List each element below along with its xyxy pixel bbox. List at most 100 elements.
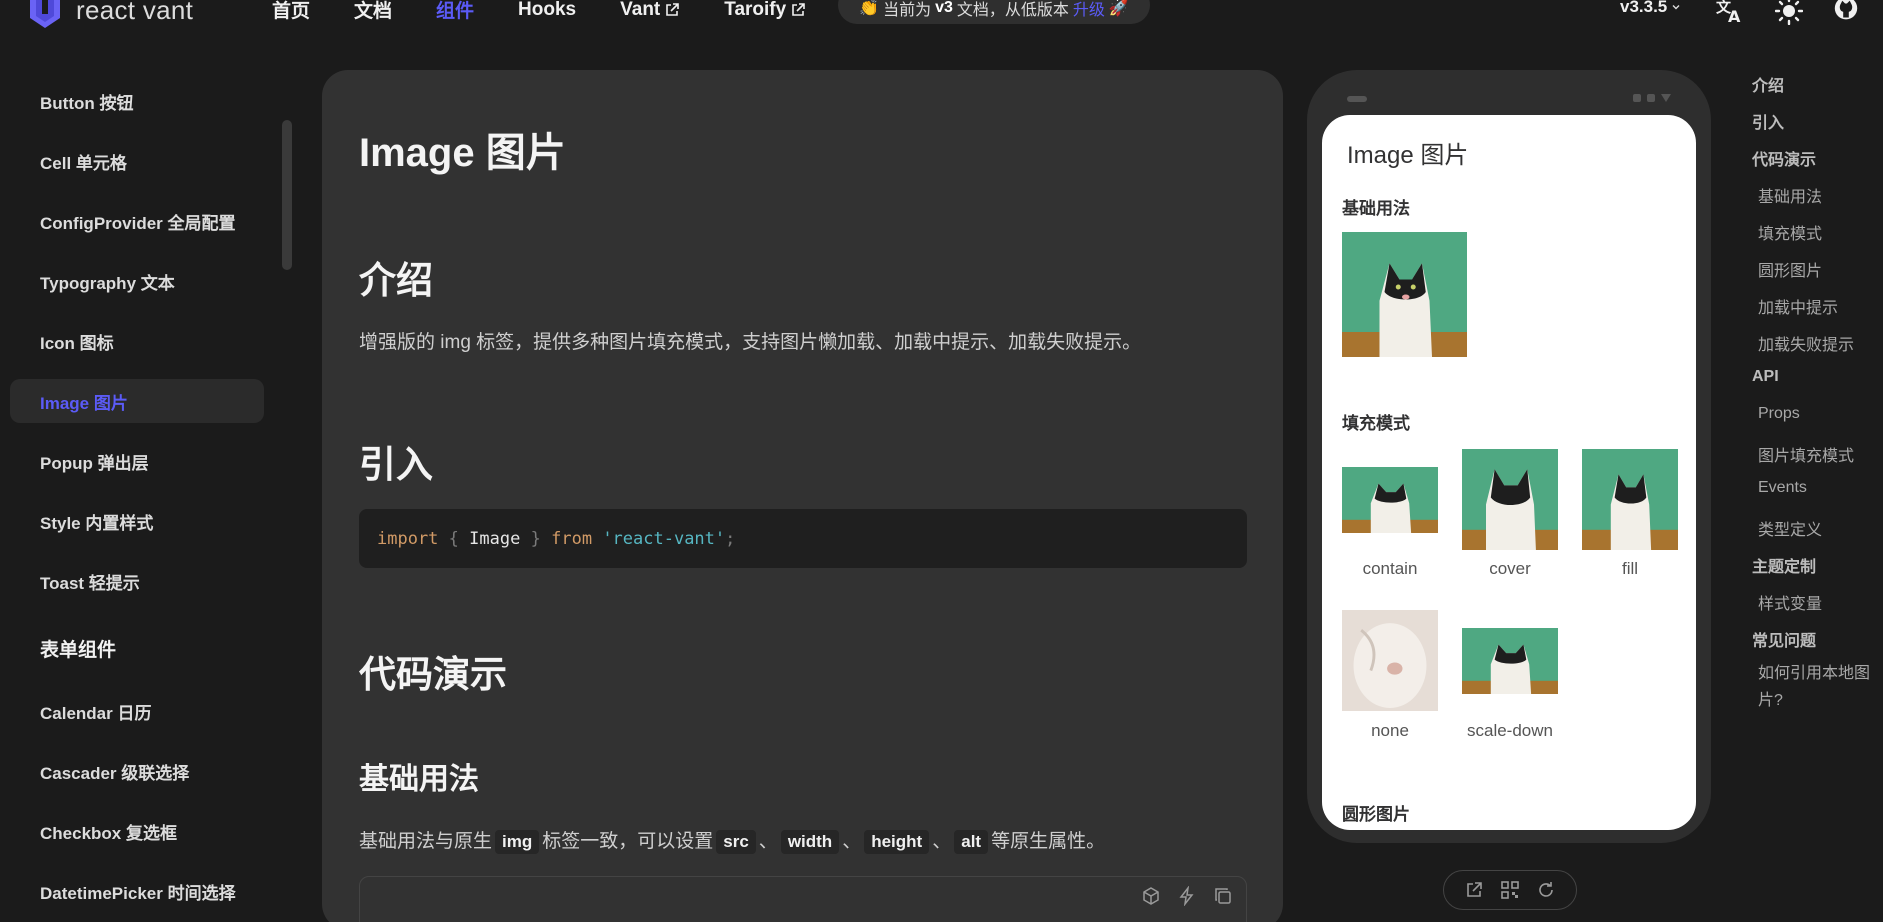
heading-basic: 基础用法 (359, 763, 479, 796)
refresh-icon[interactable] (1535, 879, 1557, 901)
caption-contain: contain (1362, 559, 1418, 578)
code-punc: ; (725, 528, 736, 549)
caption-cover: cover (1489, 559, 1531, 578)
code-string: 'react-vant' (602, 528, 726, 549)
toc-item-import[interactable]: 引入 (1752, 109, 1784, 133)
code-punc: } (530, 528, 541, 549)
cat-image-scale-down (1462, 628, 1558, 694)
translate-icon[interactable]: 文A (1716, 0, 1744, 25)
inline-code: alt (954, 830, 989, 854)
sidebar-item-popup[interactable]: Popup 弹出层 (10, 439, 264, 483)
phone-status-icons (1633, 94, 1671, 102)
nav-taroify[interactable]: Taroify (724, 0, 806, 23)
logo[interactable]: react vant (28, 0, 193, 28)
copy-icon[interactable] (1212, 885, 1234, 907)
inline-code: width (780, 830, 840, 854)
codesandbox-icon[interactable] (1140, 885, 1162, 907)
caption-fill: fill (1621, 559, 1639, 578)
preview-screen[interactable]: Image 图片 基础用法 填充模式 contain cover fill no… (1322, 115, 1696, 830)
version-notice[interactable]: 👏 当前为 v3 文档，从低版本 升级 🚀 (838, 0, 1150, 24)
phone-notch (1347, 96, 1367, 102)
preview-section-fit: 填充模式 (1342, 414, 1410, 433)
sidebar-item-button[interactable]: Button 按钮 (10, 79, 264, 123)
sidebar-item-label: Toast 轻提示 (40, 573, 140, 593)
cat-image-cover (1462, 449, 1558, 550)
toc-item-intro[interactable]: 介绍 (1752, 72, 1784, 96)
cat-image-none (1342, 610, 1438, 711)
sidebar-item-label: Style 内置样式 (40, 513, 154, 533)
sidebar-item-configprovider[interactable]: ConfigProvider 全局配置 (10, 199, 264, 243)
sidebar-item-cascader[interactable]: Cascader 级联选择 (10, 749, 264, 793)
sidebar-scrollbar[interactable] (282, 120, 292, 270)
nav-components[interactable]: 组件 (436, 0, 474, 23)
nav-docs-label: 文档 (354, 1, 393, 22)
version-dropdown[interactable]: v3.3.5 (1620, 0, 1681, 17)
inline-code: img (495, 830, 540, 854)
toc-item-round[interactable]: 圆形图片 (1758, 257, 1822, 281)
sidebar-item-datetimepicker[interactable]: DatetimePicker 时间选择 (10, 869, 264, 913)
code-ident: Image (469, 528, 521, 549)
basic-text-part: 基础用法与原生 (359, 831, 493, 852)
cat-image-fill (1582, 449, 1678, 550)
heading-intro: 介绍 (359, 260, 433, 301)
basic-text-part: 、 (842, 831, 862, 852)
nav-vant[interactable]: Vant (620, 0, 680, 23)
stackblitz-icon[interactable] (1176, 885, 1198, 907)
version-label: v3.3.5 (1620, 0, 1668, 16)
preview-title: Image 图片 (1347, 142, 1469, 169)
sidebar-item-style[interactable]: Style 内置样式 (10, 499, 264, 543)
sidebar-item-label: DatetimePicker 时间选择 (40, 883, 236, 903)
basic-text-part: 、 (758, 831, 778, 852)
toc-item-demo[interactable]: 代码演示 (1752, 146, 1816, 170)
open-new-window-icon[interactable] (1463, 879, 1485, 901)
nav-hooks-label: Hooks (518, 0, 577, 20)
toc-item-fit-mode[interactable]: 图片填充模式 (1758, 442, 1854, 466)
github-icon[interactable] (1832, 0, 1860, 25)
sidebar-item-label: Cell 单元格 (40, 153, 127, 173)
notice-upgrade-link[interactable]: 升级 (1073, 0, 1105, 20)
preview-toolbar (1443, 870, 1577, 910)
theme-sun-icon[interactable] (1775, 0, 1803, 25)
toc-item-theme[interactable]: 主题定制 (1752, 553, 1816, 577)
sidebar-item-label: Icon 图标 (40, 333, 114, 353)
sidebar-item-cell[interactable]: Cell 单元格 (10, 139, 264, 183)
sidebar-item-toast[interactable]: Toast 轻提示 (10, 559, 264, 603)
sidebar-group-form: 表单组件 (40, 640, 117, 661)
basic-text-part: 、 (932, 831, 952, 852)
toc-item-faq[interactable]: 常见问题 (1752, 627, 1816, 651)
toc-item-fit[interactable]: 填充模式 (1758, 220, 1822, 244)
basic-text-part: 标签一致，可以设置 (542, 831, 714, 852)
toc-item-types[interactable]: 类型定义 (1758, 516, 1822, 540)
nav-hooks[interactable]: Hooks (518, 0, 576, 23)
toc-item-props[interactable]: Props (1758, 405, 1800, 423)
nav-home[interactable]: 首页 (272, 0, 310, 23)
toc-item-local-image[interactable]: 如何引用本地图片? (1758, 660, 1878, 714)
demo-code-box (359, 876, 1247, 922)
sidebar-item-label: Popup 弹出层 (40, 453, 149, 473)
toc-item-basic[interactable]: 基础用法 (1758, 183, 1822, 207)
notice-emoji-left: 👏 (859, 0, 880, 17)
code-punc: { (448, 528, 459, 549)
sidebar-item-image[interactable]: Image 图片 (10, 379, 264, 423)
nav-home-label: 首页 (272, 1, 311, 22)
chevron-down-icon (1672, 5, 1680, 10)
sidebar-item-label: Button 按钮 (40, 93, 134, 113)
toc-item-loading[interactable]: 加载中提示 (1758, 294, 1838, 318)
toc-item-error[interactable]: 加载失败提示 (1758, 331, 1854, 355)
nav-vant-label: Vant (620, 0, 661, 20)
basic-text: 基础用法与原生 img 标签一致，可以设置 src、 width、 height、 alt 等… (359, 826, 1105, 854)
sidebar-item-calendar[interactable]: Calendar 日历 (10, 689, 264, 733)
sidebar-item-typography[interactable]: Typography 文本 (10, 259, 264, 303)
mobile-preview: Image 图片 基础用法 填充模式 contain cover fill no… (1307, 70, 1711, 843)
toc-item-style-vars[interactable]: 样式变量 (1758, 590, 1822, 614)
notice-prefix: 当前为 (883, 2, 932, 19)
sidebar-item-icon[interactable]: Icon 图标 (10, 319, 264, 363)
qrcode-icon[interactable] (1499, 879, 1521, 901)
toc-item-api[interactable]: API (1752, 368, 1779, 386)
page-title: Image 图片 (359, 131, 566, 175)
sidebar-item-checkbox[interactable]: Checkbox 复选框 (10, 809, 264, 853)
toc-item-events[interactable]: Events (1758, 479, 1807, 497)
sidebar-item-label: Checkbox 复选框 (40, 823, 177, 843)
caption-none: none (1371, 721, 1409, 740)
nav-docs[interactable]: 文档 (354, 0, 392, 23)
